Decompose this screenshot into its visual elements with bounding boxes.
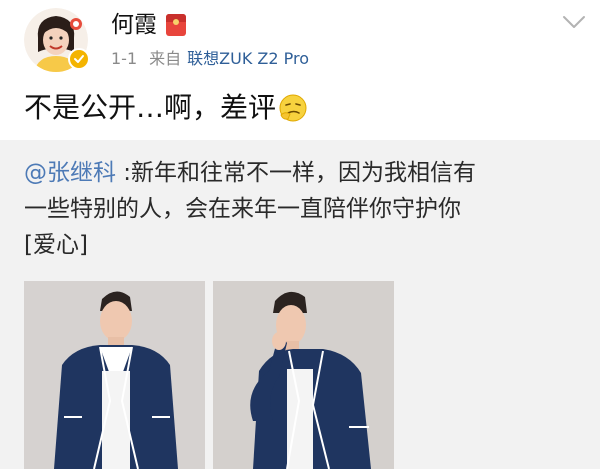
repost-line-1: @张继科 :新年和往常不一样，因为我相信有 (24, 155, 592, 191)
repost-card[interactable]: @张继科 :新年和往常不一样，因为我相信有 一些特别的人，会在来年一直陪伴你守护… (0, 140, 600, 469)
repost-line-2: 一些特别的人，会在来年一直陪伴你守护你 (24, 196, 461, 222)
source-label: 来自 (149, 49, 182, 68)
chevron-down-icon[interactable] (562, 14, 586, 30)
repost-photo-1[interactable] (24, 281, 205, 469)
repost-text: @张继科 :新年和往常不一样，因为我相信有 一些特别的人，会在来年一直陪伴你守护… (24, 155, 592, 263)
weibo-post: 何霞 1-1 来自 联想ZUK Z2 Pro 不是公开…啊，差评 @张继科 :新年和… (0, 0, 600, 469)
post-date: 1-1 (111, 49, 138, 68)
mention-link[interactable]: @张继科 (24, 160, 116, 186)
verified-badge-icon (68, 48, 90, 70)
repost-line-3: [爱心] (24, 232, 88, 258)
repost-photo-2[interactable] (213, 281, 394, 469)
post-text: 不是公开…啊，差评 (24, 91, 277, 124)
repost-line-1-text: :新年和往常不一样，因为我相信有 (116, 160, 477, 186)
post-meta: 1-1 来自 联想ZUK Z2 Pro (111, 48, 309, 70)
author-name[interactable]: 何霞 (111, 10, 157, 40)
device-link[interactable]: 联想ZUK Z2 Pro (187, 49, 309, 68)
smirk-emoji-icon (279, 94, 307, 122)
post-content: 不是公开…啊，差评 (24, 88, 308, 128)
red-packet-icon (166, 14, 186, 36)
